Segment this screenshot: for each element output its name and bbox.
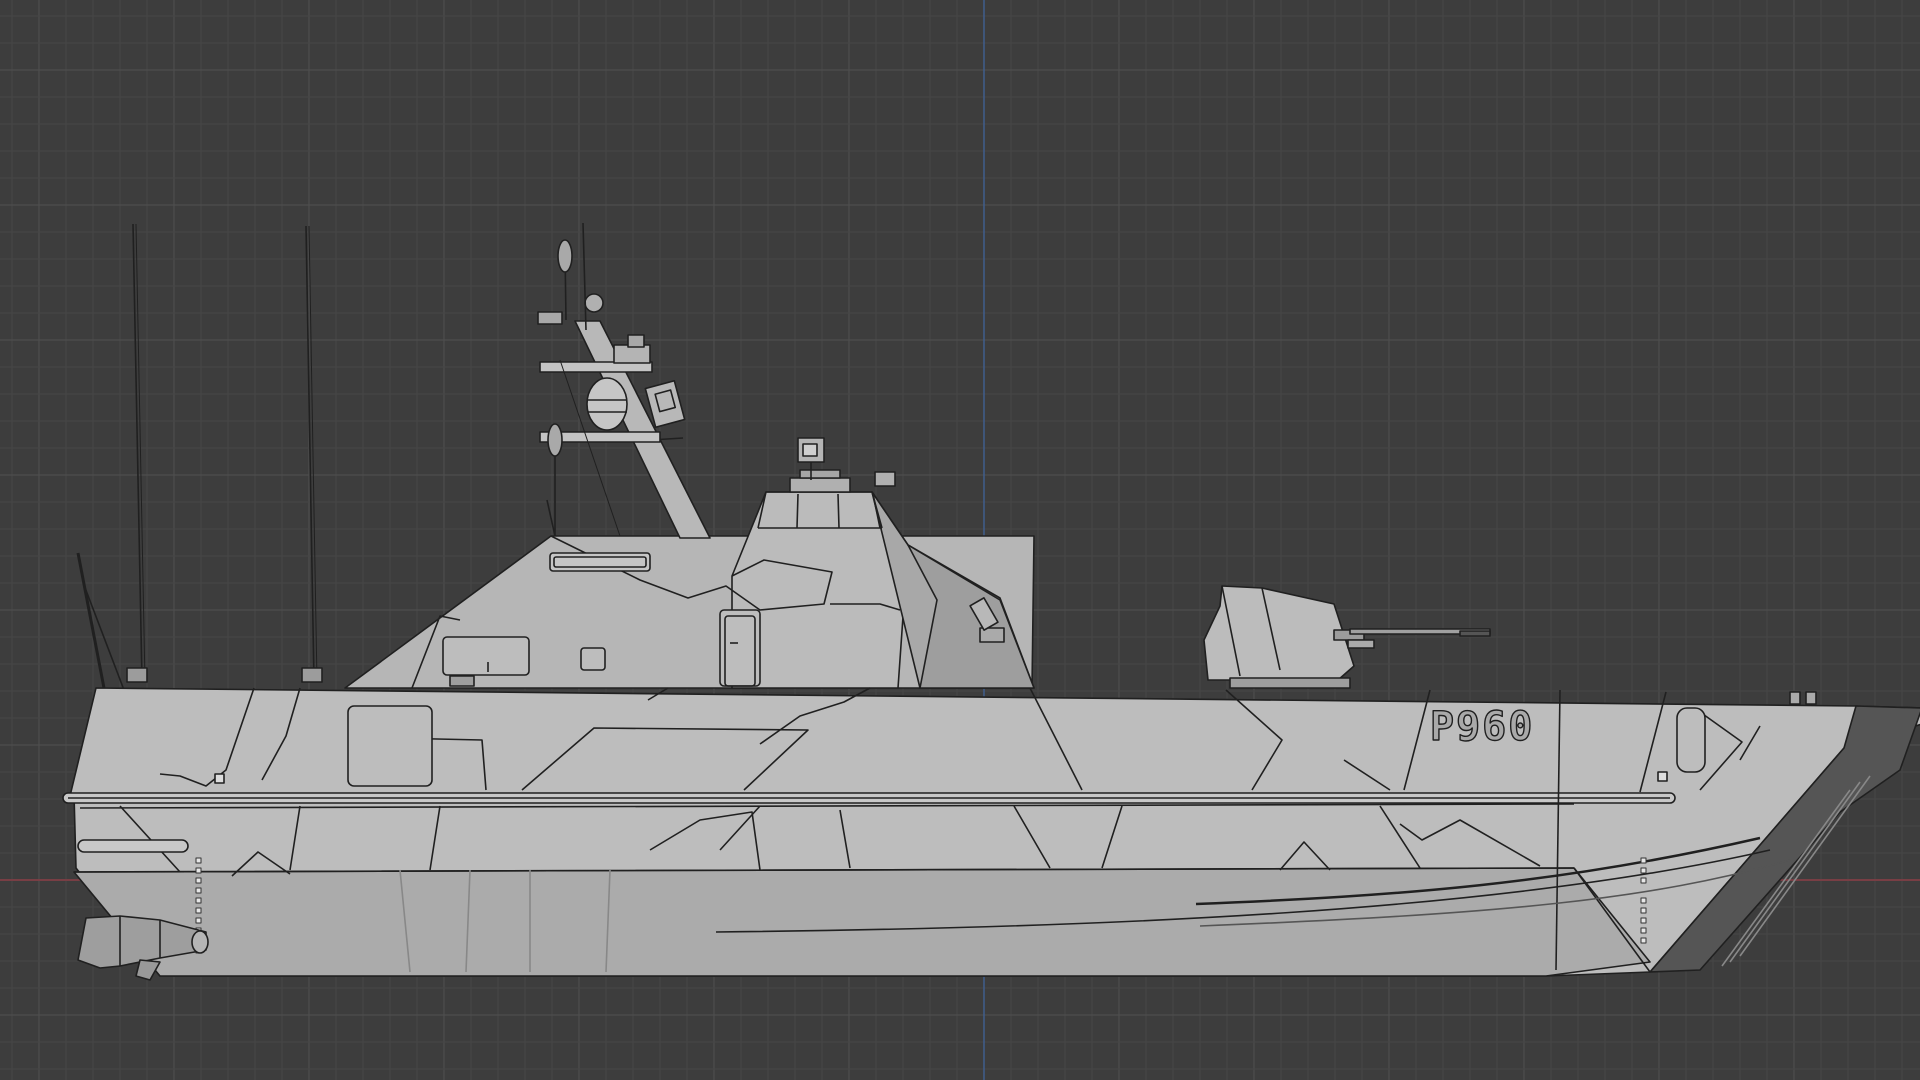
superstructure bbox=[344, 437, 1035, 689]
mast bbox=[537, 222, 711, 539]
gun-turret bbox=[1203, 585, 1491, 689]
antenna-masts bbox=[76, 223, 323, 691]
hull bbox=[62, 687, 1920, 981]
3d-viewport[interactable]: P960 bbox=[0, 0, 1920, 1080]
hull-number: P960 bbox=[1430, 704, 1534, 750]
ship-model[interactable]: P960 bbox=[0, 0, 1920, 1080]
